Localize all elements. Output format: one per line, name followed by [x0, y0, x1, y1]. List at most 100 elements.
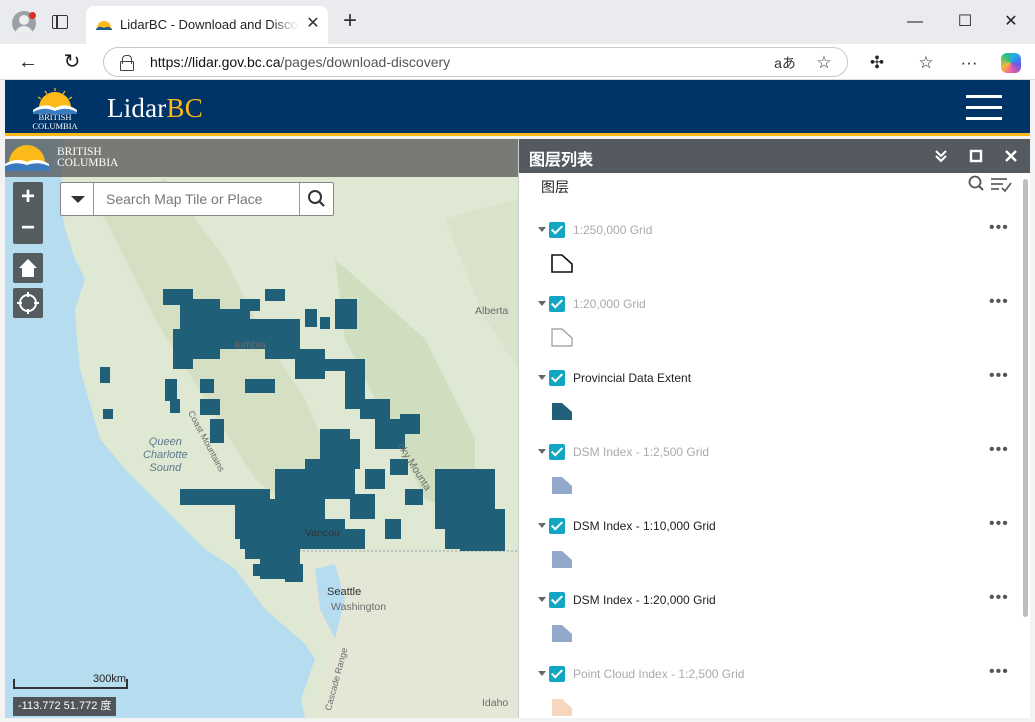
new-tab-button[interactable]: + — [338, 9, 362, 33]
tab-title: LidarBC - Download and Discovery — [120, 17, 298, 32]
scale-label: 300km — [93, 673, 127, 685]
map-label-alberta: Alberta — [475, 305, 509, 317]
layer-name: Point Cloud Index - 1:2,500 Grid — [573, 667, 745, 681]
zoom-control: + − — [13, 182, 43, 244]
layer-options-icon[interactable]: ••• — [989, 589, 1009, 607]
layer-visibility-checkbox[interactable] — [549, 370, 565, 386]
url-text[interactable]: https://lidar.gov.bc.ca/pages/download-d… — [150, 54, 450, 70]
map-label-sound: Queen Charlotte Sound — [143, 436, 188, 474]
layer-symbol-icon — [552, 625, 572, 642]
refresh-icon[interactable]: ↻ — [58, 48, 86, 76]
layer-options-icon[interactable]: ••• — [989, 441, 1009, 459]
zoom-out-button[interactable]: − — [13, 213, 43, 243]
map-label-idaho: Idaho — [482, 697, 509, 709]
browser-tab-bar: LidarBC - Download and Discovery ✕ + — ☐… — [0, 0, 1035, 44]
site-title[interactable]: LidarBC — [107, 93, 203, 124]
home-button[interactable] — [13, 253, 43, 283]
site-header: BRITISH COLUMBIA LidarBC — [5, 80, 1030, 136]
favorites-icon[interactable]: ☆ — [914, 51, 938, 75]
menu-hamburger-icon[interactable] — [966, 95, 1002, 121]
close-panel-icon[interactable] — [1001, 146, 1021, 166]
sort-list-icon[interactable] — [991, 178, 1012, 193]
layer-symbol-icon — [552, 699, 572, 716]
bc-logo[interactable]: BRITISH COLUMBIA — [27, 86, 83, 132]
layer-name: Provincial Data Extent — [573, 371, 692, 385]
layer-name: DSM Index - 1:10,000 Grid — [573, 519, 716, 533]
minimize-icon[interactable]: — — [900, 8, 930, 36]
layer-options-icon[interactable]: ••• — [989, 219, 1009, 237]
layer-options-icon[interactable]: ••• — [989, 663, 1009, 681]
layer-list-item[interactable]: 1:250,000 Grid ••• — [519, 217, 1019, 291]
layer-options-icon[interactable]: ••• — [989, 367, 1009, 385]
layer-options-icon[interactable]: ••• — [989, 515, 1009, 533]
layer-visibility-checkbox[interactable] — [549, 444, 565, 460]
panel-title: 图层列表 — [529, 152, 594, 169]
layer-symbol-icon — [552, 477, 572, 494]
layer-list-panel: 图层列表 图层 1:250,000 Grid ••• 1:20,000 Grid ••… — [518, 139, 1030, 718]
copilot-icon[interactable] — [1001, 53, 1021, 73]
settings-more-icon[interactable]: ··· — [957, 51, 981, 75]
back-icon[interactable]: ← — [14, 48, 42, 76]
layer-list-item[interactable]: 1:20,000 Grid ••• — [519, 291, 1019, 365]
home-icon — [19, 259, 37, 277]
layer-symbol-icon — [551, 254, 573, 273]
layer-list-item[interactable]: DSM Index - 1:20,000 Grid ••• — [519, 587, 1019, 661]
expand-caret-icon[interactable] — [538, 523, 546, 528]
lock-icon[interactable] — [120, 55, 134, 71]
address-bar[interactable]: https://lidar.gov.bc.ca/pages/download-d… — [103, 47, 848, 77]
layer-list-item[interactable]: DSM Index - 1:2,500 Grid ••• — [519, 439, 1019, 513]
browser-tab-active[interactable]: LidarBC - Download and Discovery ✕ — [86, 6, 328, 44]
layer-symbol-icon — [551, 328, 573, 347]
layer-visibility-checkbox[interactable] — [549, 592, 565, 608]
search-input[interactable] — [95, 183, 299, 215]
layer-list-item[interactable]: Provincial Data Extent ••• — [519, 365, 1019, 439]
map-label-seattle: Seattle — [327, 586, 362, 598]
bc-favicon-icon — [96, 21, 112, 30]
layer-list-item[interactable]: DSM Index - 1:10,000 Grid ••• — [519, 513, 1019, 587]
panel-header: 图层列表 — [519, 139, 1030, 173]
locate-button[interactable] — [13, 288, 43, 318]
layer-visibility-checkbox[interactable] — [549, 296, 565, 312]
zoom-in-button[interactable]: + — [13, 182, 43, 212]
maximize-panel-icon[interactable] — [966, 146, 986, 166]
filter-search-icon[interactable] — [968, 175, 984, 191]
logo-line2: COLUMBIA — [32, 121, 78, 131]
tab-close-icon[interactable]: ✕ — [304, 15, 322, 33]
maximize-icon[interactable]: ☐ — [950, 8, 980, 36]
layer-visibility-checkbox[interactable] — [549, 518, 565, 534]
panel-scrollbar[interactable] — [1023, 179, 1028, 617]
basemap[interactable] — [5, 139, 518, 718]
map-label-columbia: lumbia — [235, 339, 266, 351]
layer-name: DSM Index - 1:20,000 Grid — [573, 593, 716, 607]
coordinates-readout: -113.772 51.772 度 — [13, 697, 117, 716]
expand-caret-icon[interactable] — [538, 449, 546, 454]
layer-name: 1:250,000 Grid — [573, 223, 653, 237]
map-label-washington: Washington — [331, 601, 387, 613]
expand-caret-icon[interactable] — [538, 301, 546, 306]
collapse-chevrons-icon[interactable] — [931, 146, 951, 166]
window-close-icon[interactable]: ✕ — [996, 8, 1026, 36]
extensions-icon[interactable]: ✣ — [865, 51, 889, 75]
map-search — [60, 182, 334, 216]
favorite-star-icon[interactable]: ☆ — [813, 52, 835, 74]
map-view[interactable]: BRITISHCOLUMBIA + − QueenCharlotteSound — [5, 139, 518, 718]
layer-visibility-checkbox[interactable] — [549, 222, 565, 238]
search-source-dropdown[interactable] — [61, 183, 94, 215]
browser-toolbar: ← ↻ https://lidar.gov.bc.ca/pages/downlo… — [0, 44, 1035, 80]
layer-name: 1:20,000 Grid — [573, 297, 646, 311]
search-button[interactable] — [299, 183, 333, 215]
expand-caret-icon[interactable] — [538, 375, 546, 380]
expand-caret-icon[interactable] — [538, 671, 546, 676]
layer-list-item[interactable]: Point Cloud Index - 1:2,500 Grid ••• — [519, 661, 1019, 718]
read-aloud-icon[interactable]: aあ — [774, 52, 796, 74]
map-label-vancouver: Vancou — [305, 527, 340, 539]
layer-options-icon[interactable]: ••• — [989, 293, 1009, 311]
layer-name: DSM Index - 1:2,500 Grid — [573, 445, 710, 459]
expand-caret-icon[interactable] — [538, 597, 546, 602]
expand-caret-icon[interactable] — [538, 227, 546, 232]
layer-visibility-checkbox[interactable] — [549, 666, 565, 682]
layer-symbol-icon — [552, 551, 572, 568]
panel-subtitle: 图层 — [541, 179, 569, 195]
bc-sun-icon — [33, 88, 77, 114]
tab-actions-icon[interactable] — [52, 15, 68, 29]
